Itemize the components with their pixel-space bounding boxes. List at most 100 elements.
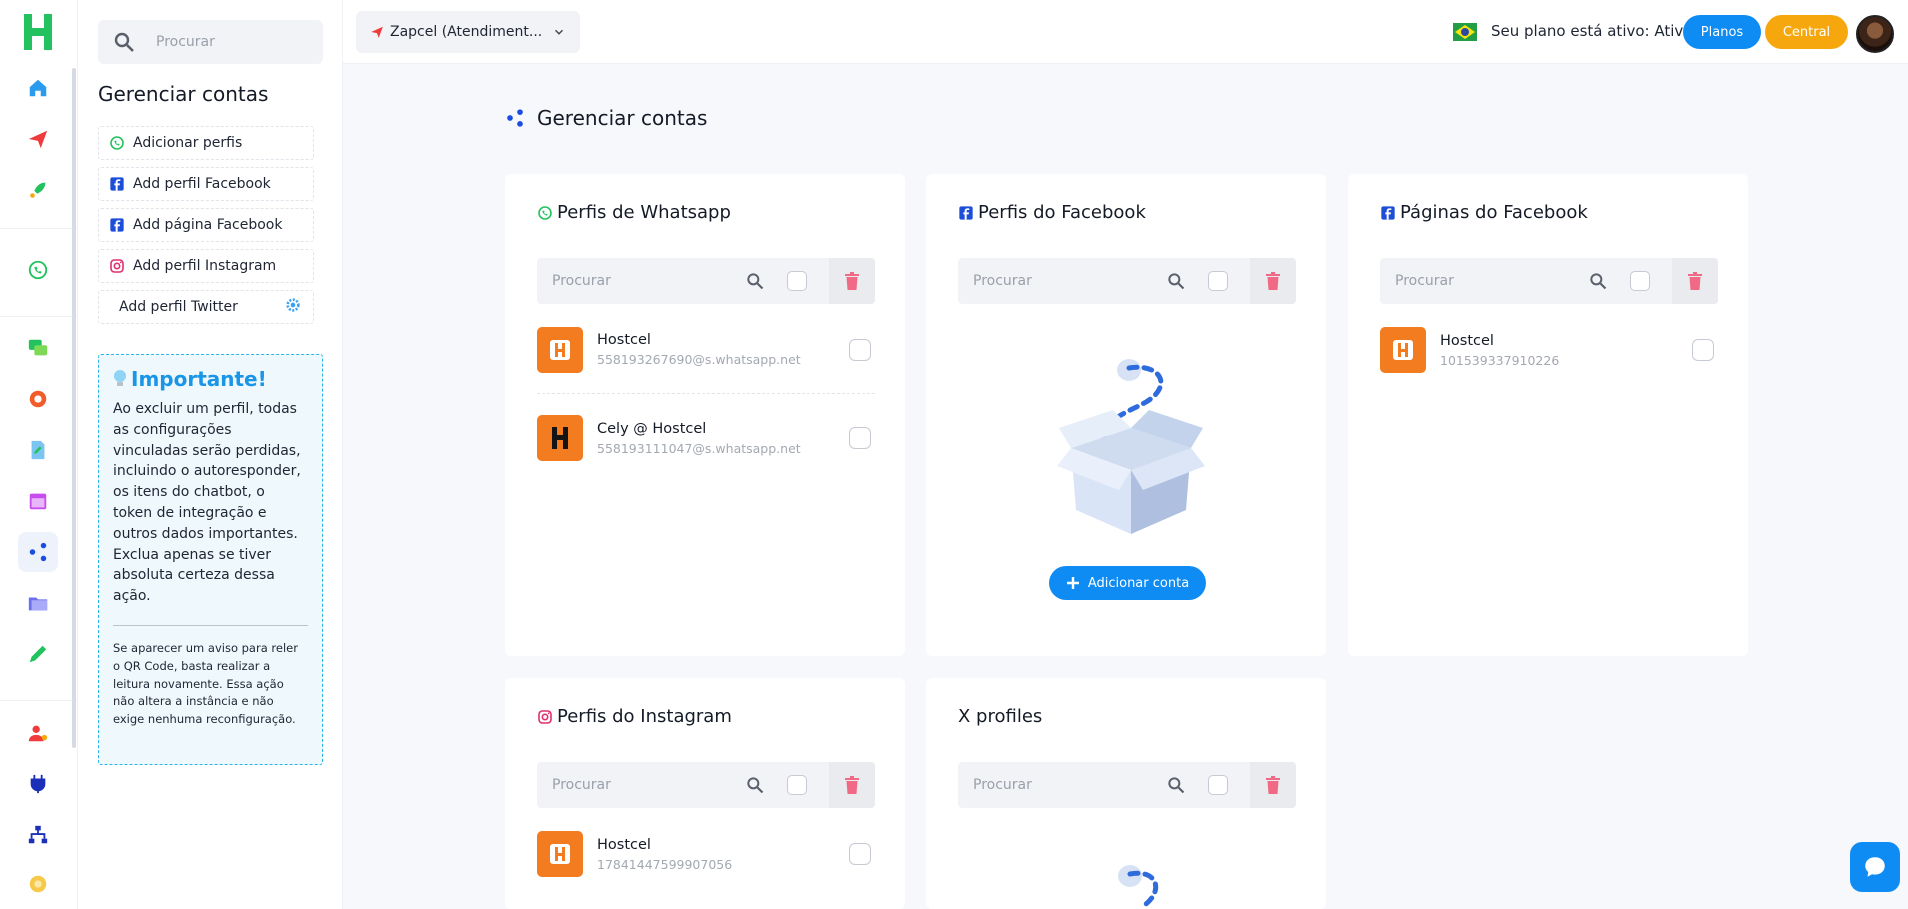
important-notice: Importante! Ao excluir um perfil, todas …: [98, 354, 323, 765]
card-search[interactable]: Procurar: [537, 762, 875, 808]
plug-icon[interactable]: [18, 764, 58, 804]
trash-icon: [1266, 776, 1280, 794]
item-name: Hostcel: [597, 836, 651, 853]
delete-button[interactable]: [829, 762, 875, 808]
share-icon[interactable]: [18, 532, 58, 572]
card-search[interactable]: Procurar: [958, 258, 1296, 304]
hostcel-logo: [537, 326, 583, 373]
important-heading: Importante!: [113, 367, 308, 391]
facebook-icon: [1381, 205, 1395, 220]
brazil-flag-icon[interactable]: [1453, 23, 1477, 41]
facebook-icon: [109, 217, 125, 233]
central-button[interactable]: Central: [1765, 15, 1848, 49]
rocket-icon[interactable]: [18, 170, 58, 210]
avatar[interactable]: [1856, 15, 1894, 53]
flower-settings-icon[interactable]: [18, 864, 58, 904]
sitemap-icon[interactable]: [18, 815, 58, 855]
search-input[interactable]: Procurar: [1380, 273, 1588, 289]
select-all-checkbox[interactable]: [1208, 775, 1228, 795]
card-title: Perfis do Facebook: [958, 202, 1146, 223]
list-item[interactable]: Hostcel 558193267690@s.whatsapp.net: [537, 306, 875, 394]
item-checkbox[interactable]: [849, 843, 871, 865]
icon-rail: [0, 0, 78, 909]
send-icon[interactable]: [18, 119, 58, 159]
search-icon[interactable]: [745, 271, 765, 291]
pencil-icon[interactable]: [18, 634, 58, 674]
lifebuoy-icon[interactable]: [18, 379, 58, 419]
account-name: Zapcel (Atendiment...: [390, 24, 543, 40]
chat-support-button[interactable]: [1850, 842, 1900, 892]
card-search[interactable]: Procurar: [537, 258, 875, 304]
hostcel-logo: [1380, 327, 1426, 373]
item-id: 558193111047@s.whatsapp.net: [597, 440, 801, 456]
card-search[interactable]: Procurar: [958, 762, 1296, 808]
panel-scrollbar[interactable]: [72, 68, 76, 748]
whatsapp-icon[interactable]: [18, 250, 58, 290]
search-input[interactable]: Procurar: [958, 777, 1166, 793]
folder-icon[interactable]: [18, 583, 58, 623]
plus-icon: [1066, 577, 1079, 589]
card-title: Perfis de Whatsapp: [537, 202, 731, 223]
delete-button[interactable]: [1250, 762, 1296, 808]
search-input[interactable]: Procurar: [958, 273, 1166, 289]
sidebar-search-input[interactable]: [156, 34, 306, 50]
trash-icon: [1266, 272, 1280, 290]
planos-button[interactable]: Planos: [1683, 15, 1761, 49]
top-bar: Zapcel (Atendiment... Seu plano está ati…: [343, 0, 1908, 64]
whatsapp-profiles-card: Perfis de Whatsapp Procurar Hostcel 55819…: [505, 174, 905, 656]
add-account-button[interactable]: Adicionar conta: [1049, 566, 1206, 600]
item-name: Cely @ Hostcel: [597, 420, 707, 437]
button-label: Add perfil Facebook: [133, 176, 271, 192]
select-all-checkbox[interactable]: [1630, 271, 1650, 291]
whatsapp-icon: [109, 135, 125, 151]
button-label: Add perfil Twitter: [119, 299, 238, 315]
user-settings-icon[interactable]: [18, 713, 58, 753]
add-facebook-page-button[interactable]: Add página Facebook: [98, 208, 314, 242]
brand-logo[interactable]: [22, 12, 54, 52]
item-checkbox[interactable]: [849, 338, 871, 361]
item-id: 17841447599907056: [597, 856, 733, 872]
add-facebook-profile-button[interactable]: Add perfil Facebook: [98, 167, 314, 201]
add-instagram-profile-button[interactable]: Add perfil Instagram: [98, 249, 314, 283]
account-selector[interactable]: Zapcel (Atendiment...: [356, 11, 580, 53]
list-item[interactable]: Hostcel 101539337910226: [1380, 306, 1718, 394]
list-item[interactable]: Hostcel 17841447599907056: [537, 810, 875, 898]
add-twitter-profile-button[interactable]: Add perfil Twitter: [98, 290, 314, 324]
trash-icon: [1688, 272, 1702, 290]
delete-button[interactable]: [1672, 258, 1718, 304]
search-input[interactable]: Procurar: [537, 273, 745, 289]
calendar-icon[interactable]: [18, 481, 58, 521]
delete-button[interactable]: [829, 258, 875, 304]
chat-icon[interactable]: [18, 328, 58, 368]
select-all-checkbox[interactable]: [787, 775, 807, 795]
search-icon[interactable]: [1588, 271, 1608, 291]
delete-button[interactable]: [1250, 258, 1296, 304]
item-checkbox[interactable]: [849, 427, 871, 449]
card-search[interactable]: Procurar: [1380, 258, 1718, 304]
button-label: Adicionar perfis: [133, 135, 243, 151]
button-label: Add página Facebook: [133, 217, 283, 233]
search-icon[interactable]: [745, 775, 765, 795]
important-note: Se aparecer um aviso para reler o QR Cod…: [113, 640, 298, 727]
select-all-checkbox[interactable]: [787, 271, 807, 291]
home-icon[interactable]: [18, 68, 58, 108]
add-whatsapp-profiles-button[interactable]: Adicionar perfis: [98, 126, 314, 160]
instagram-profiles-card: Perfis do Instagram Procurar Hostcel 1784…: [505, 678, 905, 909]
instagram-icon: [109, 258, 125, 274]
search-icon[interactable]: [1166, 271, 1186, 291]
card-title: Perfis do Instagram: [537, 706, 732, 727]
list-item[interactable]: Cely @ Hostcel 558193111047@s.whatsapp.ne…: [537, 394, 875, 482]
item-id: 558193267690@s.whatsapp.net: [597, 352, 801, 367]
facebook-icon: [109, 176, 125, 192]
facebook-pages-card: Páginas do Facebook Procurar Hostcel 1015…: [1348, 174, 1748, 656]
search-icon[interactable]: [1166, 775, 1186, 795]
document-icon[interactable]: [18, 430, 58, 470]
sidebar-search[interactable]: [98, 20, 323, 64]
x-profiles-card: X profiles Procurar: [926, 678, 1326, 909]
item-name: Hostcel: [597, 332, 651, 348]
instagram-icon: [538, 709, 552, 724]
select-all-checkbox[interactable]: [1208, 271, 1228, 291]
search-input[interactable]: Procurar: [537, 777, 745, 793]
item-checkbox[interactable]: [1692, 339, 1714, 361]
chevron-down-icon: [555, 29, 563, 35]
